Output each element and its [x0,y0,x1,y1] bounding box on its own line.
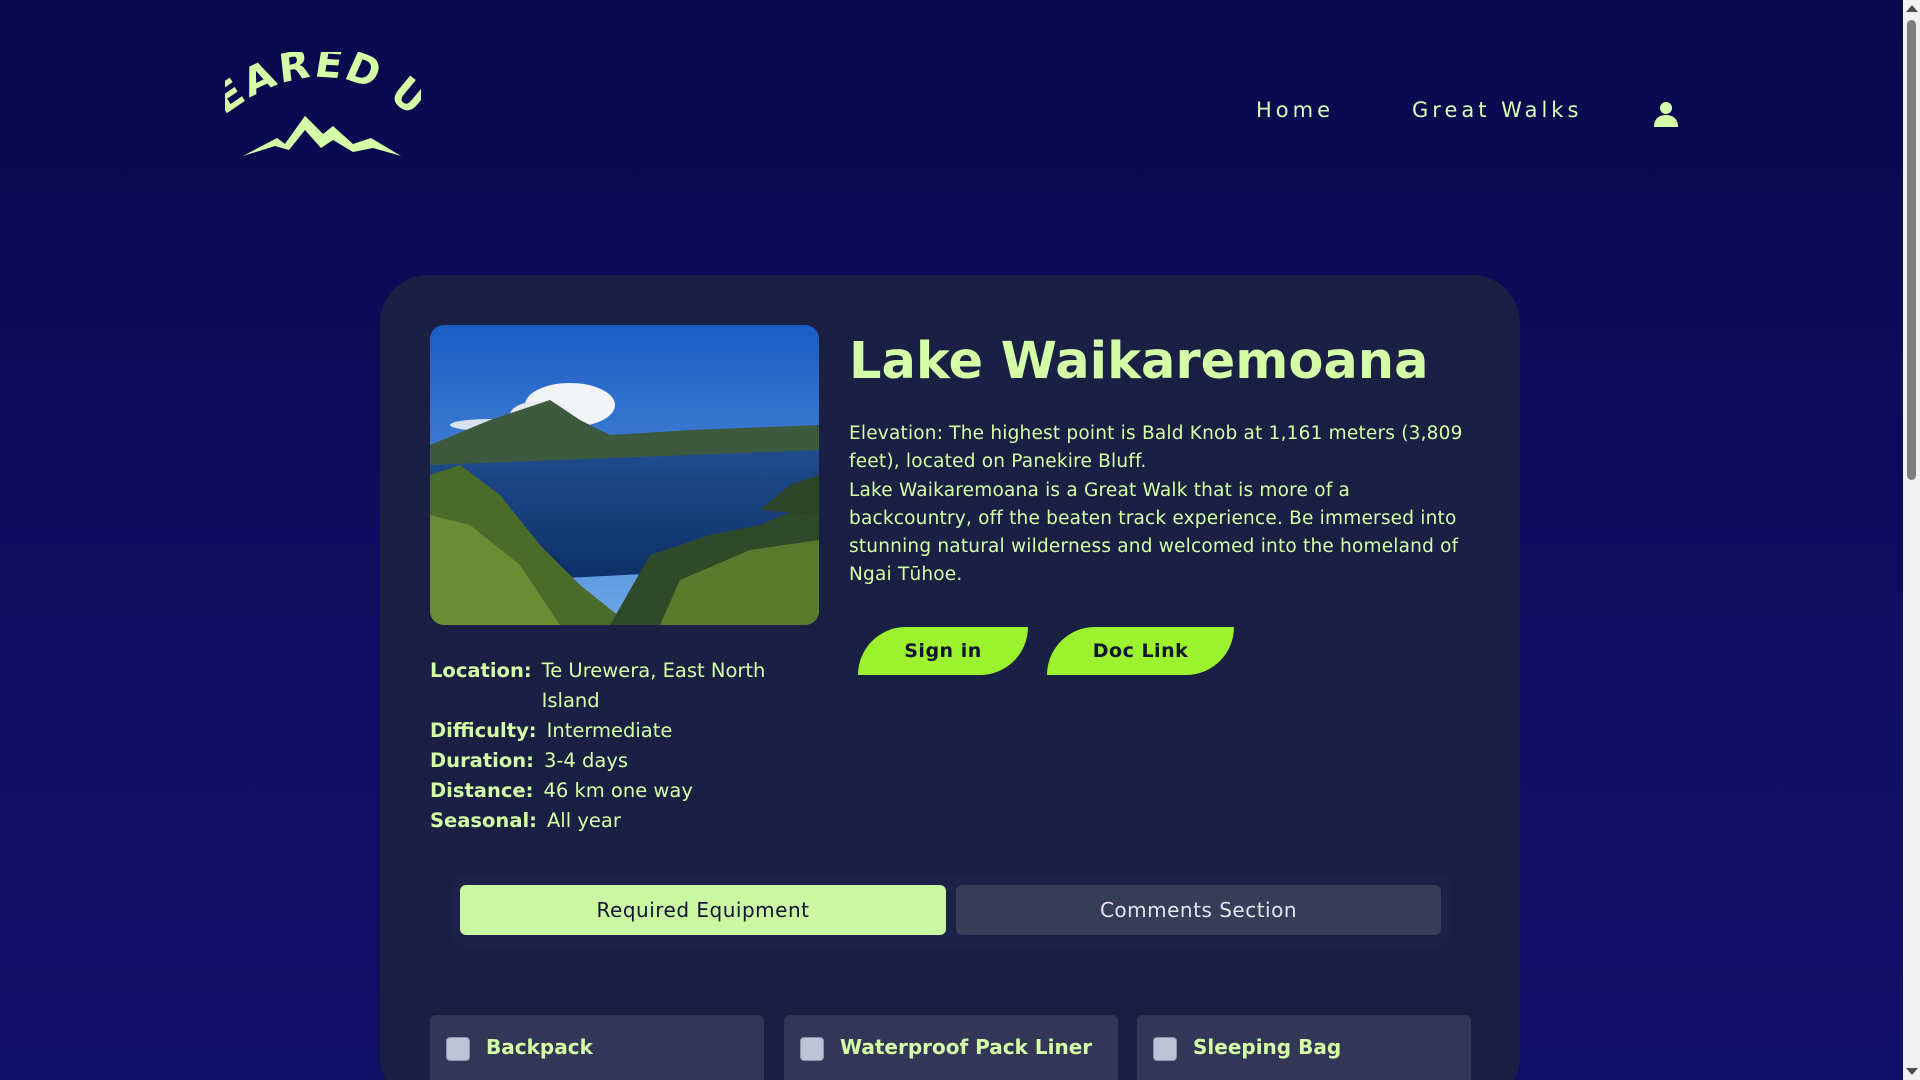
detail-value: Te Urewera, East North Island [541,659,766,712]
equipment-label: Backpack [486,1035,593,1059]
tab-required-equipment[interactable]: Required Equipment [460,885,946,935]
equipment-item: Sleeping Bag [1137,1015,1471,1080]
detail-key: Difficulty: [430,719,537,742]
nav-great-walks[interactable]: Great Walks [1412,98,1582,122]
doc-link-button[interactable]: Doc Link [1047,627,1234,675]
elevation-text: Elevation: The highest point is Bald Kno… [849,423,1463,473]
scroll-up-arrow-icon[interactable] [1906,5,1918,12]
detail-distance: Distance: 46 km one way [430,776,810,806]
page: GEARED UP Home Great Walks Lake Waikarem… [0,0,1920,1080]
equipment-item: Backpack [430,1015,764,1080]
scroll-down-arrow-icon[interactable] [1906,1068,1918,1075]
page-scrollbar[interactable] [1903,0,1920,1080]
detail-value: Intermediate [546,719,673,742]
section-tabs: Required Equipment Comments Section [451,875,1451,947]
detail-key: Duration: [430,749,534,772]
detail-key: Seasonal: [430,809,537,832]
equipment-checkbox[interactable] [446,1037,470,1061]
logo[interactable]: GEARED UP [200,16,445,164]
user-icon[interactable] [1652,100,1680,128]
equipment-checkbox[interactable] [1153,1037,1177,1061]
tab-comments-section[interactable]: Comments Section [956,885,1441,935]
walk-description: Elevation: The highest point is Bald Kno… [849,420,1469,590]
detail-key: Location: [430,659,532,682]
detail-duration: Duration: 3-4 days [430,746,810,776]
sign-in-button[interactable]: Sign in [858,627,1028,675]
detail-location: Location: Te Urewera, East North Island [430,656,810,716]
logo-text: GEARED UP [200,16,446,125]
svg-text:GEARED UP: GEARED UP [225,52,421,125]
equipment-checkbox[interactable] [800,1037,824,1061]
detail-value: 46 km one way [543,779,693,802]
walk-title: Lake Waikaremoana [849,332,1429,391]
detail-difficulty: Difficulty: Intermediate [430,716,810,746]
detail-seasonal: Seasonal: All year [430,806,810,836]
equipment-label: Sleeping Bag [1193,1035,1342,1059]
equipment-item: Waterproof Pack Liner [784,1015,1118,1080]
description-text: Lake Waikaremoana is a Great Walk that i… [849,479,1459,586]
detail-value: 3-4 days [543,749,629,772]
logo-graphic: GEARED UP [200,16,445,156]
equipment-label: Waterproof Pack Liner [840,1035,1093,1059]
walk-details: Location: Te Urewera, East North Island … [430,656,810,836]
detail-key: Distance: [430,779,534,802]
nav-home[interactable]: Home [1256,98,1334,122]
scroll-thumb[interactable] [1907,20,1916,480]
lake-photo [430,325,819,625]
detail-value: All year [546,809,621,832]
main-nav: Home Great Walks [1256,98,1660,122]
